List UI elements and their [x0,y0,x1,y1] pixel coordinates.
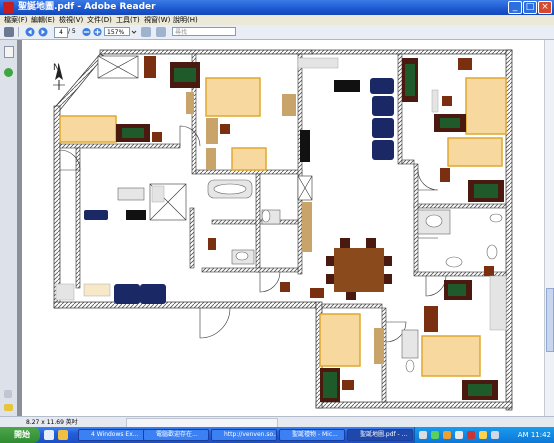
search-input[interactable]: 尋找 [172,27,236,36]
bed [59,115,117,143]
bed [447,137,503,167]
volume-icon[interactable] [491,431,499,439]
zoom-level-select[interactable]: 157% [104,27,130,36]
compass-icon: N [53,63,65,90]
help-icon[interactable] [4,68,13,77]
tray-icon[interactable] [419,431,427,439]
task-browser[interactable]: http://venven.so... [211,429,277,441]
compass-label: N [53,63,60,73]
task-word-doc[interactable]: 聖誕禮物 - Mic... [279,429,345,441]
print-icon[interactable] [4,27,14,37]
bed [205,77,261,117]
start-button[interactable]: 開始 [0,427,40,443]
menu-edit[interactable]: 編輯(E) [31,15,55,25]
navigation-panel [0,40,18,416]
tray-icon[interactable] [479,431,487,439]
tray-icon[interactable] [467,431,475,439]
fit-page-icon[interactable] [141,27,151,37]
previous-page-icon[interactable] [25,27,35,37]
zoom-out-icon[interactable] [82,27,91,37]
minimize-button[interactable]: _ [508,1,522,14]
comments-icon[interactable] [4,404,13,411]
taskbar: 開始 4 Windows Ex... 電腦歡迎存在... http://venv… [0,427,554,443]
toolbar: 4 / 5 157% 尋找 [0,25,554,40]
scrollbar-thumb[interactable] [546,288,554,352]
fit-width-icon[interactable] [156,27,166,37]
window-title: 聖誕地圖.pdf - Adobe Reader [18,2,156,12]
clock[interactable]: AM 11:42 [518,427,551,443]
pdf-page: N [22,40,544,416]
menu-view[interactable]: 檢視(V) [59,15,83,25]
menu-document[interactable]: 文件(D) [87,15,112,25]
page-count: / 5 [68,28,76,35]
chevron-down-icon[interactable] [131,27,137,37]
menu-tools[interactable]: 工具(T) [116,15,140,25]
dining-table [326,238,392,300]
task-adobe-reader[interactable]: 聖誕地圖.pdf - ... [347,429,413,441]
start-label: 開始 [14,430,30,439]
tray-icon[interactable] [431,431,439,439]
menu-file[interactable]: 檔案(F) [4,15,28,25]
zoom-in-icon[interactable] [93,27,102,37]
maximize-button[interactable]: □ [523,1,537,14]
floor-plan: N [53,49,513,411]
adobe-reader-icon[interactable] [3,2,14,13]
desktop-icon[interactable] [44,430,54,440]
menu-help[interactable]: 說明(H) [173,15,198,25]
menu-bar: 檔案(F) 編輯(E) 檢視(V) 文件(D) 工具(T) 視窗(W) 說明(H… [0,15,554,25]
page-size-readout: 8.27 x 11.69 英吋 [26,419,78,426]
system-tray: AM 11:42 [414,427,554,443]
bed [421,335,481,377]
vertical-scrollbar[interactable] [544,40,554,416]
task-computer[interactable]: 電腦歡迎存在... [143,429,209,441]
title-bar: 聖誕地圖.pdf - Adobe Reader _ □ × [0,0,554,15]
menu-window[interactable]: 視窗(W) [144,15,170,25]
bed [231,147,267,171]
next-page-icon[interactable] [38,27,48,37]
tray-icon[interactable] [455,431,463,439]
toolbar-separator [18,27,19,37]
close-button[interactable]: × [538,1,552,14]
tray-icon[interactable] [443,431,451,439]
pages-icon[interactable] [4,46,14,58]
page-number-input[interactable]: 4 [54,27,68,38]
bed [465,77,507,135]
attachment-icon[interactable] [4,390,12,398]
bed [319,313,361,367]
folder-icon[interactable] [58,430,68,440]
